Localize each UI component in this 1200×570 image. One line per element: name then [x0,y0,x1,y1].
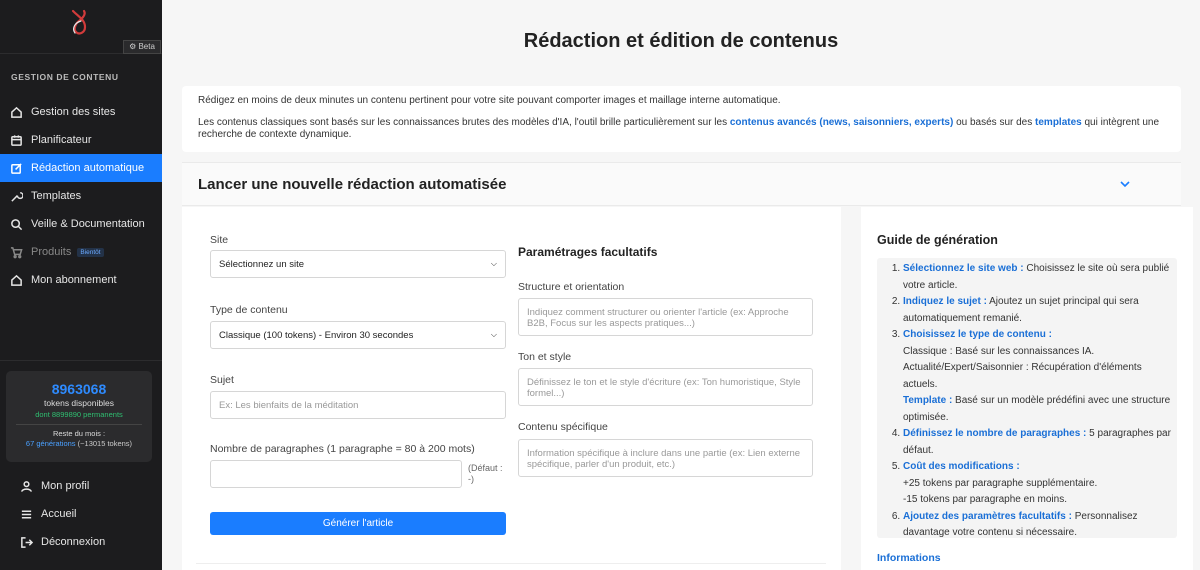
guide-title: Guide de génération [877,233,998,247]
sidebar-item-label: Planificateur [31,134,92,146]
launch-title: Lancer une nouvelle rédaction automatisé… [198,175,507,193]
templates-link[interactable]: templates [1035,117,1082,128]
paragraphs-input[interactable] [210,460,462,488]
section-title: GESTION DE CONTENU [11,72,119,82]
intro-text-2: Les contenus classiques sont basés sur l… [198,117,1159,140]
subject-input[interactable]: Ex: Les bienfaits de la méditation [210,391,506,419]
advanced-content-link[interactable]: contenus avancés (news, saisonniers, exp… [730,117,953,128]
chevron-down-icon: ⌵ [490,259,497,268]
site-label: Site [210,234,229,246]
type-label: Type de contenu [210,304,288,316]
home-icon [10,106,23,119]
sidebar-item-accueil[interactable]: Accueil [0,500,162,528]
user-icon [20,480,33,493]
sidebar-nav: Gestion des sites Planificateur Rédactio… [0,98,162,294]
informations-link[interactable]: Informations [877,552,941,564]
specific-label: Contenu spécifique [518,421,608,433]
subject-label: Sujet [210,374,234,386]
guide-step: Ajoutez des paramètres facultatifs : Per… [903,509,1177,542]
main-content: Rédaction et édition de contenus Rédigez… [162,0,1200,570]
search-icon [10,218,23,231]
sidebar-item-label: Mon profil [41,480,90,492]
generate-button[interactable]: Générer l'article [210,512,506,535]
logo-area: ⚙ Beta [0,0,162,54]
guide-type-actu: Actualité/Expert/Saisonnier : Récupérati… [903,362,1142,390]
sidebar-item-planificateur[interactable]: Planificateur [0,126,162,154]
tokens-label: tokens disponibles [44,398,114,408]
soon-badge: Bientôt [77,247,104,257]
guide-steps: Sélectionnez le site web : Choisissez le… [877,258,1177,538]
intro-panel: Rédigez en moins de deux minutes un cont… [182,86,1181,152]
menu-icon [20,508,33,521]
cart-icon [10,246,23,259]
paragraphs-default: (Défaut : -) [468,463,503,484]
sidebar-item-label: Gestion des sites [31,106,116,118]
structure-textarea[interactable]: Indiquez comment structurer ou orienter … [518,298,813,336]
wrench-icon [10,190,23,203]
beta-badge: ⚙ Beta [123,40,161,54]
sidebar-item-gestion-sites[interactable]: Gestion des sites [0,98,162,126]
sidebar-item-veille[interactable]: Veille & Documentation [0,210,162,238]
guide-step: Indiquez le sujet : Ajoutez un sujet pri… [903,294,1177,327]
sidebar-item-deconnexion[interactable]: Déconnexion [0,528,162,556]
chevron-down-icon[interactable] [1119,178,1131,190]
logout-icon [20,536,33,549]
sidebar-item-label: Rédaction automatique [31,162,145,174]
logo-icon[interactable] [64,8,94,38]
bottom-nav: Mon profil Accueil Déconnexion [0,472,162,556]
sidebar-item-redaction[interactable]: Rédaction automatique [0,154,162,182]
tokens-month-label: Reste du mois : [52,429,106,438]
guide-type-classic: Classique : Basé sur les connaissances I… [903,345,1095,357]
tokens-card: 8963068 tokens disponibles dont 8899890 … [6,371,152,462]
guide-step: Définissez le nombre de paragraphes : 5 … [903,426,1177,459]
sidebar-item-label: Produits [31,246,72,258]
launch-section-header[interactable]: Lancer une nouvelle rédaction automatisé… [182,162,1181,206]
guide-step: Sélectionnez le site web : Choisissez le… [903,261,1177,294]
sidebar-item-label: Déconnexion [41,536,106,548]
type-select[interactable]: Classique (100 tokens) - Environ 30 seco… [210,321,506,349]
chevron-down-icon: ⌵ [490,330,497,339]
calendar-icon [10,134,23,147]
site-select[interactable]: Sélectionnez un site ⌵ [210,250,506,278]
sidebar-item-produits: Produits Bientôt [0,238,162,266]
guide-cost-minus: -15 tokens par paragraphe en moins. [903,494,1067,505]
sidebar-item-label: Mon abonnement [31,274,117,286]
tone-label: Ton et style [518,351,572,363]
tone-textarea[interactable]: Définissez le ton et le style d'écriture… [518,368,813,406]
guide-step: Choisissez le type de contenu : Classiqu… [903,327,1177,426]
generation-form: Site Sélectionnez un site ⌵ Type de conte… [182,207,841,570]
guide-cost-plus: +25 tokens par paragraphe supplémentaire… [903,477,1098,489]
sidebar-item-profil[interactable]: Mon profil [0,472,162,500]
tokens-permanent: dont 8899890 permanents [35,410,123,419]
paragraphs-label: Nombre de paragraphes (1 paragraphe = 80… [210,443,475,455]
sidebar-item-templates[interactable]: Templates [0,182,162,210]
structure-label: Structure et orientation [518,281,625,293]
sidebar-item-label: Accueil [41,508,77,520]
sidebar: ⚙ Beta GESTION DE CONTENU Gestion des si… [0,0,162,570]
sidebar-item-label: Veille & Documentation [31,218,145,230]
specific-textarea[interactable]: Information spécifique à inclure dans un… [518,439,813,477]
tokens-generations: 67 générations (~13015 tokens) [25,439,133,448]
optional-settings-title: Paramétrages facultatifs [518,245,658,259]
tokens-count: 8963068 [51,381,107,397]
sidebar-item-abonnement[interactable]: Mon abonnement [0,266,162,294]
page-title: Rédaction et édition de contenus [523,30,839,52]
home-icon [10,274,23,287]
sidebar-item-label: Templates [31,190,82,202]
form-divider [196,563,826,564]
tokens-divider [16,424,142,425]
generation-guide: Guide de génération Sélectionnez le site… [861,207,1193,570]
sidebar-divider [0,360,162,361]
guide-step: Coût des modifications : +25 tokens par … [903,459,1177,509]
intro-text-1: Rédigez en moins de deux minutes un cont… [198,95,781,106]
edit-icon [10,162,23,175]
